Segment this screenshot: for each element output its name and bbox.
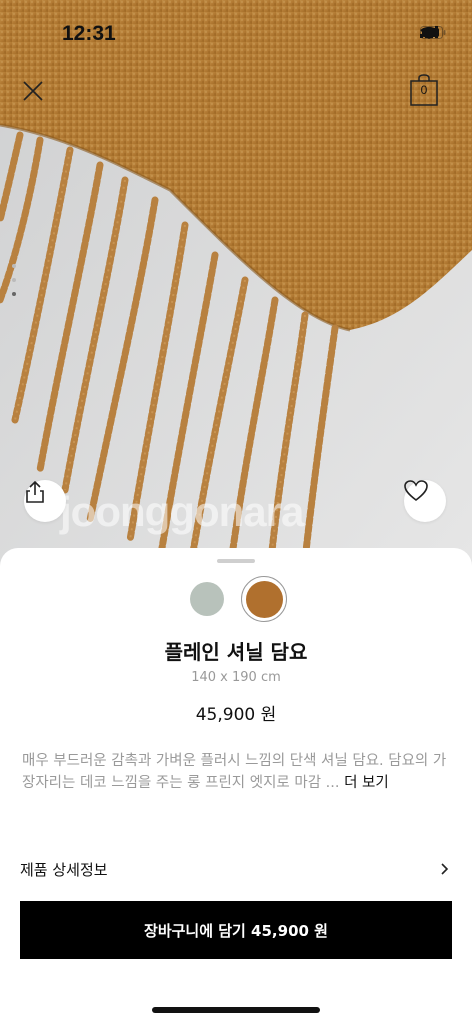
gallery-pagination xyxy=(12,264,16,296)
chevron-right-icon xyxy=(441,863,449,875)
product-title: 플레인 셔닐 담요 xyxy=(164,640,308,664)
favorite-button[interactable] xyxy=(404,480,446,522)
status-time: 12:31 xyxy=(62,22,116,45)
product-image[interactable]: 12:31 0 joonggonara xyxy=(0,0,472,570)
heart-icon xyxy=(404,480,428,502)
product-sheet: 플레인 셔닐 담요 140 x 190 cm 45,900 원 매우 부드러운 … xyxy=(0,548,472,1024)
close-icon xyxy=(23,81,43,101)
product-price: 45,900 원 xyxy=(195,705,277,725)
product-details-label: 제품 상세정보 xyxy=(20,860,108,879)
share-button[interactable] xyxy=(24,480,66,522)
cart-button[interactable]: 0 xyxy=(410,74,438,106)
product-description: 매우 부드러운 감촉과 가벼운 플러시 느낌의 단색 셔닐 담요. 담요의 가장… xyxy=(22,750,450,794)
watermark: joonggonara xyxy=(60,488,304,535)
status-bar: 12:31 xyxy=(0,0,472,70)
close-button[interactable] xyxy=(18,76,48,106)
product-details-row[interactable]: 제품 상세정보 xyxy=(20,854,450,884)
color-swatch-sage-gray[interactable] xyxy=(190,582,224,616)
cart-count: 0 xyxy=(420,83,428,97)
battery-icon xyxy=(420,26,446,39)
add-to-cart-button[interactable]: 장바구니에 담기 45,900 원 xyxy=(20,901,452,959)
share-icon xyxy=(26,480,44,503)
page-dot xyxy=(12,278,16,282)
more-link[interactable]: 더 보기 xyxy=(344,775,389,791)
blanket-photo xyxy=(0,0,472,570)
page-dot-active xyxy=(12,292,16,296)
home-indicator[interactable] xyxy=(152,1007,320,1013)
sheet-handle[interactable] xyxy=(217,559,255,563)
product-dimensions: 140 x 190 cm xyxy=(191,670,281,685)
color-swatch-amber[interactable] xyxy=(246,581,283,618)
page-dot xyxy=(12,264,16,268)
